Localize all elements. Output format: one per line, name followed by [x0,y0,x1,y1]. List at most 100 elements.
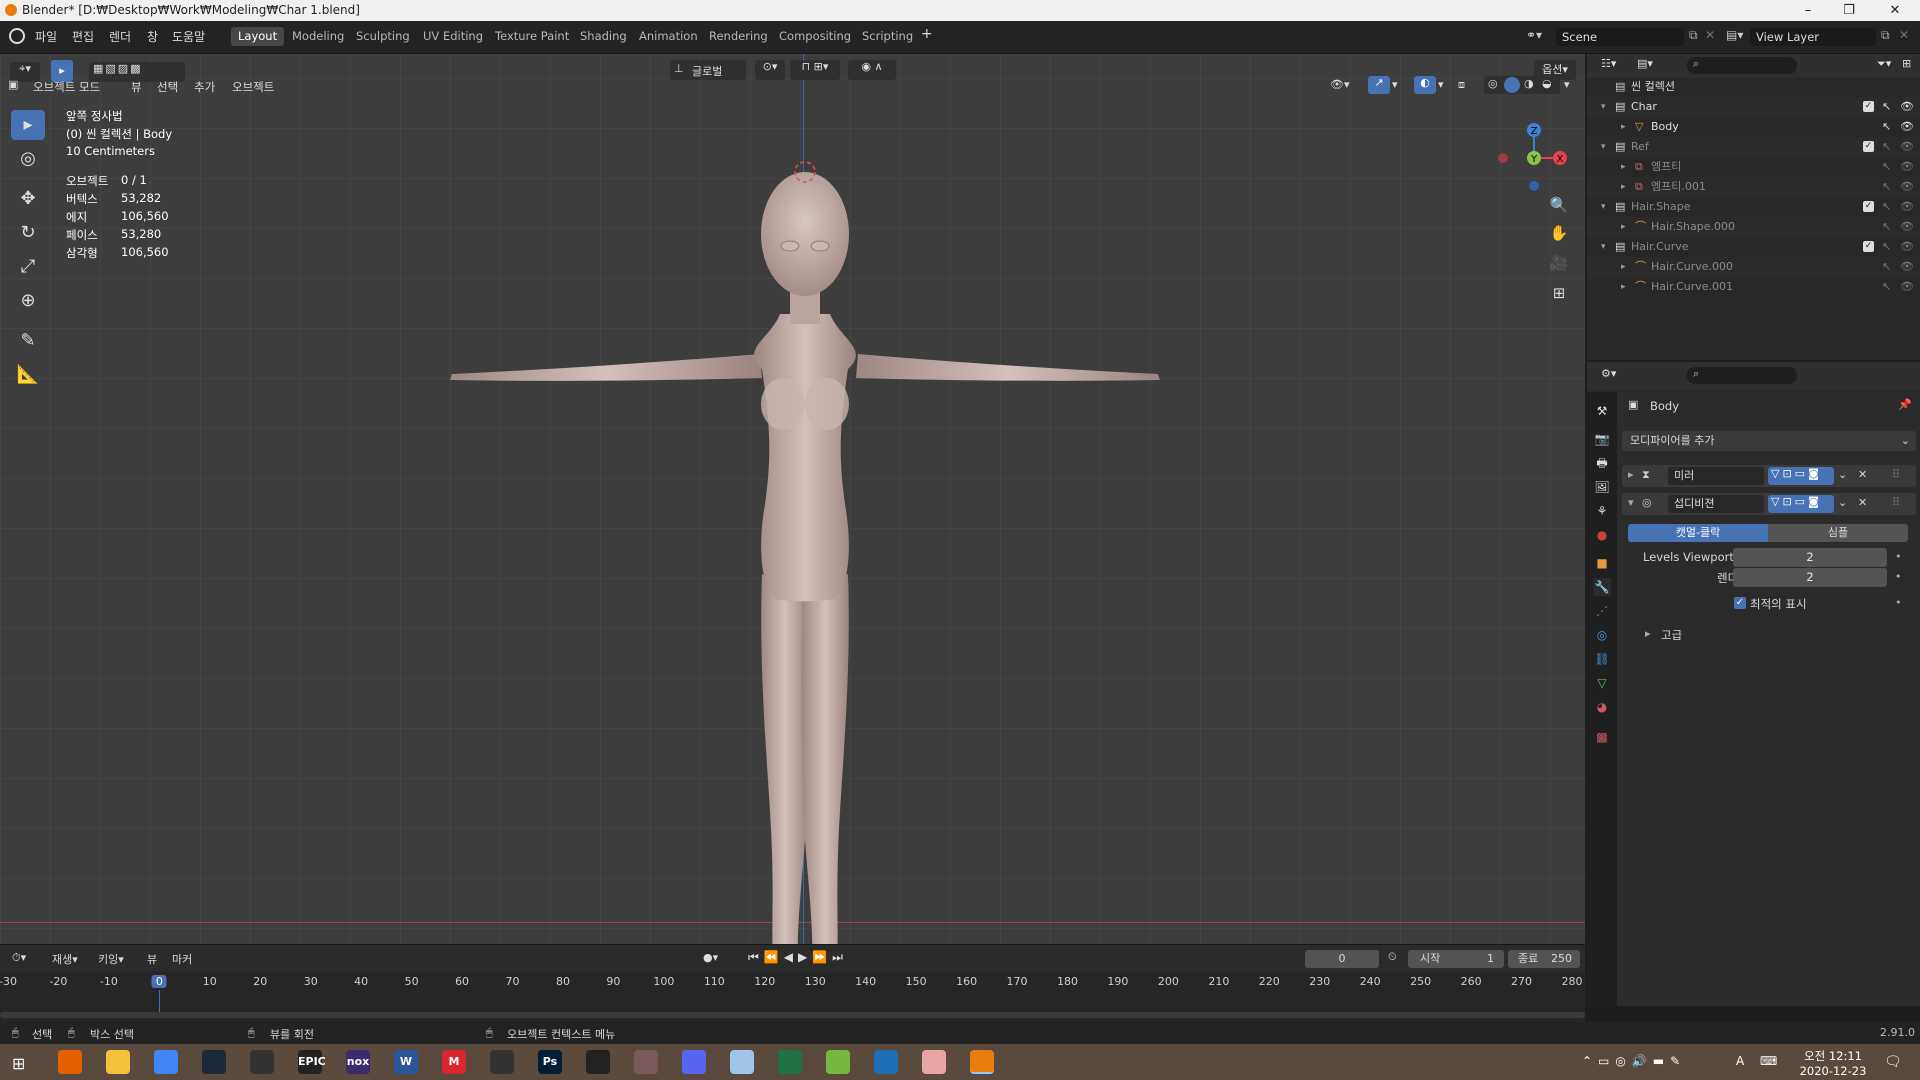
taskbar-firefox-icon[interactable] [58,1050,82,1074]
levels-keyframe-dot-icon[interactable]: • [1895,550,1902,563]
pan-view-icon[interactable]: ✋ [1545,220,1573,246]
exclude-checkbox[interactable]: ✓ [1863,201,1874,212]
taskbar-uplay-icon[interactable] [250,1050,274,1074]
collapse-arrow-icon[interactable]: ▾ [1628,496,1634,509]
collapse-arrow-icon[interactable]: ▾ [1601,197,1606,217]
taskbar-word-icon[interactable]: W [394,1050,418,1074]
outliner-row-curve[interactable]: ▸ ⌒ Hair.Shape.000 ↖ 👁 [1587,217,1920,237]
outliner-row-collection[interactable]: ▾ ▤ Ref ✓ ↖ 👁 [1587,137,1920,157]
selectable-toggle-icon[interactable]: ↖ [1882,217,1891,237]
scale-tool-icon[interactable]: ⤢ [11,252,45,282]
perspective-toggle-icon[interactable]: ⊞ [1545,280,1573,306]
collapse-arrow-icon[interactable]: ▾ [1601,137,1606,157]
view-layer-field[interactable]: View Layer [1750,28,1876,46]
tab-animation[interactable]: Animation [632,27,705,46]
add-workspace-icon[interactable]: + [921,26,933,42]
subdiv-remove-icon[interactable]: ✕ [1858,496,1867,509]
expand-arrow-icon[interactable]: ▸ [1621,157,1626,177]
timeline-editor-type-icon[interactable]: ⏱▾ [12,951,26,965]
visibility-eye-icon[interactable]: 👁 [1900,97,1914,117]
tab-rendering[interactable]: Rendering [702,27,775,46]
selectable-toggle-icon[interactable]: ↖ [1882,257,1891,277]
keyboard-layout-icon[interactable]: ⌨ [1760,1054,1777,1068]
auto-keying-icon[interactable]: ●▾ [703,951,718,964]
transform-tool-icon[interactable]: ⊕ [11,286,45,316]
selectable-toggle-icon[interactable]: ↖ [1882,117,1891,137]
modifier-subdiv-row[interactable]: ▾ ◎ 섭디비젼 ▽⊡▭◙ ⌄ ✕ ⠿ [1622,493,1916,515]
simple-button[interactable]: 심플 [1768,524,1908,542]
current-frame-field[interactable]: 0 [1305,950,1379,968]
tab-layout[interactable]: Layout [231,27,285,46]
render-tab-icon[interactable]: 📷 [1593,430,1611,448]
taskbar-discord-icon[interactable] [682,1050,706,1074]
outliner-editor-type-icon[interactable]: ☷▾ [1601,57,1616,70]
render-keyframe-dot-icon[interactable]: • [1895,570,1902,583]
taskbar-chrome-icon[interactable] [154,1050,178,1074]
visibility-eye-icon[interactable]: 👁 [1900,117,1914,137]
object-mode-icon[interactable]: ▣ [8,78,30,94]
outliner-row-curve[interactable]: ▸ ⌒ Hair.Curve.000 ↖ 👁 [1587,257,1920,277]
taskbar-camera-icon[interactable] [874,1050,898,1074]
mirror-remove-icon[interactable]: ✕ [1858,468,1867,481]
ime-indicator[interactable]: A [1736,1054,1744,1068]
taskbar-paint-icon[interactable] [730,1050,754,1074]
selectable-toggle-icon[interactable]: ↖ [1882,97,1891,117]
pivot-point-icon[interactable]: ⊙▾ [755,60,785,80]
expand-arrow-icon[interactable]: ▸ [1621,217,1626,237]
physics-tab-icon[interactable]: ◎ [1593,626,1611,644]
taskbar-toolbox-icon[interactable] [490,1050,514,1074]
collapse-arrow-icon[interactable]: ▾ [1601,97,1606,117]
tab-compositing[interactable]: Compositing [772,27,858,46]
mirror-drag-handle-icon[interactable]: ⠿ [1892,468,1900,481]
wireframe-shading-icon[interactable]: ◎ [1488,77,1498,90]
taskbar-excel-icon[interactable] [778,1050,802,1074]
taskbar-mega-icon[interactable]: M [442,1050,466,1074]
move-tool-icon[interactable]: ✥ [11,184,45,214]
visibility-eye-icon[interactable]: 👁 [1900,217,1914,237]
playback-controls[interactable]: ⏮⏪◀▶⏩⏭ [748,950,848,965]
selectable-toggle-icon[interactable]: ↖ [1882,237,1891,257]
menu-help[interactable]: 도움말 [172,28,205,45]
collapse-arrow-icon[interactable]: ▾ [1601,237,1606,257]
outliner-search-input[interactable]: ⌕ [1687,57,1797,74]
add-modifier-dropdown[interactable]: 모디파이어를 추가 ⌄ [1622,431,1916,451]
visibility-eye-icon[interactable]: 👁 [1900,177,1914,197]
tab-sculpting[interactable]: Sculpting [349,27,417,46]
outliner-row-curve[interactable]: ▸ ⌒ Hair.Curve.001 ↖ 👁 [1587,277,1920,297]
expand-arrow-icon[interactable]: ▸ [1621,117,1626,137]
tab-texture-paint[interactable]: Texture Paint [488,27,576,46]
selectable-toggle-icon[interactable]: ↖ [1882,157,1891,177]
start-frame-field[interactable]: 시작 1 [1408,950,1504,968]
mirror-display-toggles[interactable]: ▽⊡▭◙ [1768,467,1834,485]
properties-search-input[interactable]: ⌕ [1687,367,1797,384]
clock-time[interactable]: 오전 12:11 [1792,1048,1874,1064]
expand-arrow-icon[interactable]: ▸ [1621,277,1626,297]
exclude-checkbox[interactable]: ✓ [1863,101,1874,112]
optimal-keyframe-dot-icon[interactable]: • [1895,596,1902,609]
object-tab-icon[interactable]: ■ [1593,554,1611,572]
shading-dropdown-icon[interactable]: ▾ [1564,78,1570,91]
selectable-toggle-icon[interactable]: ↖ [1882,177,1891,197]
cursor-tool-icon[interactable]: ◎ [11,144,45,174]
shading-mode-group[interactable]: ◎ ◑ ◒ [1484,76,1560,94]
pin-icon[interactable]: 📌 [1898,398,1912,411]
xray-toggle-icon[interactable]: ⧈ [1458,78,1465,92]
selectable-toggle-icon[interactable]: ↖ [1882,137,1891,157]
outliner-row-collection[interactable]: ▾ ▤ Hair.Curve ✓ ↖ 👁 [1587,237,1920,257]
outliner-filter-icon[interactable]: ⏷▾ [1877,57,1891,71]
viewport-menu-view[interactable]: 뷰 [131,79,142,95]
optimal-display-checkbox[interactable]: ✓ [1734,597,1746,609]
texture-tab-icon[interactable]: ▩ [1593,728,1611,746]
menu-window[interactable]: 창 [147,28,158,45]
subdiv-drag-handle-icon[interactable]: ⠿ [1892,496,1900,509]
outliner-row-empty[interactable]: ▸ ⧉ 엠프티 ↖ 👁 [1587,157,1920,177]
timeline-menu-view[interactable]: 뷰 [147,951,157,967]
viewport-menu-object[interactable]: 오브젝트 [232,79,274,95]
preview-range-icon[interactable]: ⏲ [1388,950,1397,964]
properties-editor-type-icon[interactable]: ⚙▾ [1601,367,1616,380]
transform-orientation-dropdown[interactable]: ⊥ 글로벌 [670,60,746,80]
tab-modeling[interactable]: Modeling [285,27,351,46]
taskbar-epic-icon[interactable]: EPIC [298,1050,326,1074]
modifier-tab-icon[interactable]: 🔧 [1593,578,1611,596]
outliner-row-empty[interactable]: ▸ ⧉ 엠프티.001 ↖ 👁 [1587,177,1920,197]
